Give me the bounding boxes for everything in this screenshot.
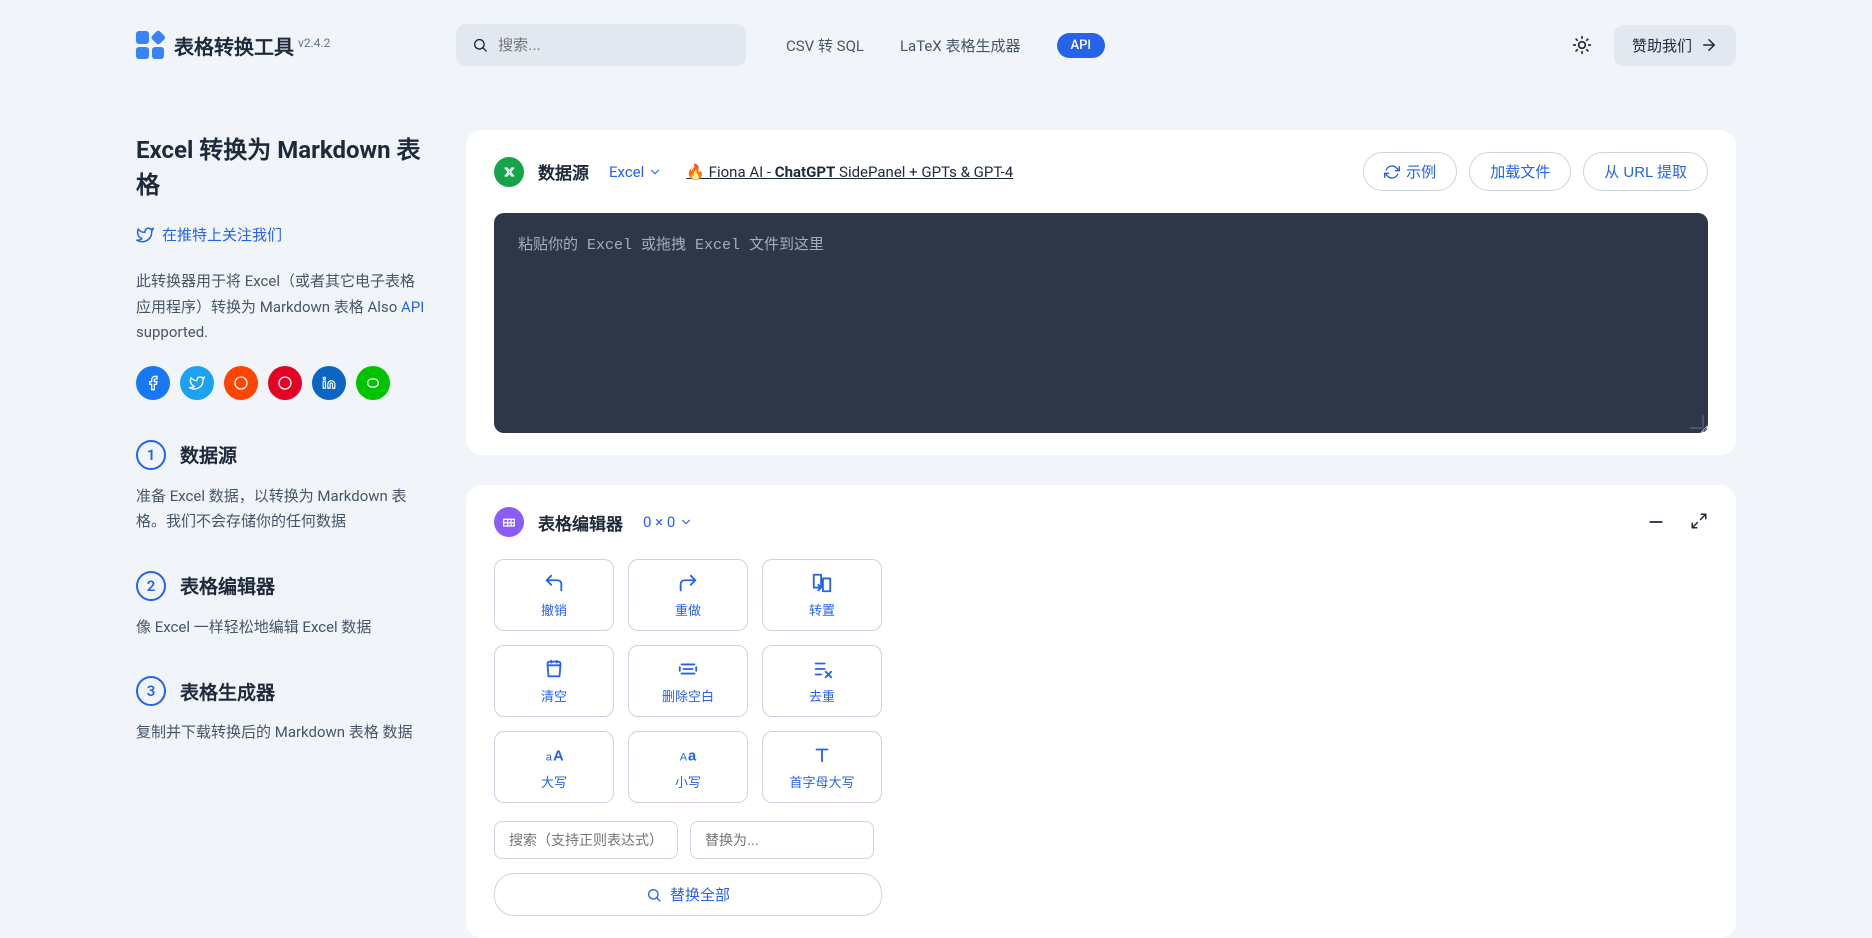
editor-dimensions[interactable]: 0 × 0 — [643, 513, 693, 531]
share-linkedin[interactable] — [312, 366, 346, 400]
promo-link[interactable]: 🔥 Fiona AI - ChatGPT SidePanel + GPTs & … — [686, 163, 1013, 181]
load-file-button[interactable]: 加载文件 — [1469, 152, 1571, 191]
twitter-follow-link[interactable]: 在推特上关注我们 — [136, 224, 426, 245]
step-description: 复制并下载转换后的 Markdown 表格 数据 — [136, 720, 426, 746]
step-title: 数据源 — [180, 441, 237, 468]
step-title: 表格生成器 — [180, 678, 275, 705]
step-number: 1 — [136, 440, 166, 470]
step-description: 像 Excel 一样轻松地编辑 Excel 数据 — [136, 615, 426, 641]
search-replace-row — [494, 821, 1708, 859]
redo-button[interactable]: 重做 — [628, 559, 748, 631]
regex-search-input[interactable] — [494, 821, 678, 859]
sponsor-button[interactable]: 赞助我们 — [1614, 25, 1736, 66]
svg-text:a: a — [546, 751, 553, 763]
source-type-selector[interactable]: Excel — [609, 163, 662, 181]
replace-all-button[interactable]: 替换全部 — [494, 873, 882, 916]
logo[interactable]: 表格转换工具v2.4.2 — [136, 31, 436, 60]
undo-button[interactable]: 撤销 — [494, 559, 614, 631]
sun-icon — [1572, 35, 1592, 55]
search-icon — [472, 36, 488, 54]
social-share-row — [136, 366, 426, 400]
step-number: 2 — [136, 571, 166, 601]
editor-icon — [494, 507, 524, 537]
svg-text:A: A — [553, 748, 564, 764]
excel-icon — [494, 157, 524, 187]
editor-toolbar: 撤销 重做 转置 清空 — [494, 559, 1708, 803]
card-title: 数据源 — [538, 159, 589, 184]
sidebar: Excel 转换为 Markdown 表格 在推特上关注我们 此转换器用于将 E… — [136, 130, 426, 938]
trim-button[interactable]: 删除空白 — [628, 645, 748, 717]
search-icon — [646, 887, 662, 903]
capitalize-button[interactable]: 首字母大写 — [762, 731, 882, 803]
step-title: 表格编辑器 — [180, 572, 275, 599]
app-name: 表格转换工具v2.4.2 — [174, 31, 330, 60]
share-facebook[interactable] — [136, 366, 170, 400]
chevron-down-icon — [679, 515, 693, 529]
step-2: 2 表格编辑器 像 Excel 一样轻松地编辑 Excel 数据 — [136, 571, 426, 641]
share-line[interactable] — [356, 366, 390, 400]
data-source-card: 数据源 Excel 🔥 Fiona AI - ChatGPT SidePanel… — [466, 130, 1736, 455]
nav-latex-generator[interactable]: LaTeX 表格生成器 — [900, 35, 1021, 56]
logo-icon — [136, 31, 164, 59]
source-textarea[interactable]: 粘贴你的 Excel 或拖拽 Excel 文件到这里 — [494, 213, 1708, 433]
step-1: 1 数据源 准备 Excel 数据，以转换为 Markdown 表格。我们不会存… — [136, 440, 426, 535]
step-description: 准备 Excel 数据，以转换为 Markdown 表格。我们不会存储你的任何数… — [136, 484, 426, 535]
example-button[interactable]: 示例 — [1363, 152, 1457, 191]
minimize-icon[interactable] — [1646, 512, 1666, 532]
from-url-button[interactable]: 从 URL 提取 — [1583, 152, 1708, 191]
nav-csv-to-sql[interactable]: CSV 转 SQL — [786, 35, 864, 56]
refresh-icon — [1384, 164, 1400, 180]
clear-button[interactable]: 清空 — [494, 645, 614, 717]
transpose-button[interactable]: 转置 — [762, 559, 882, 631]
svg-text:A: A — [680, 751, 688, 763]
share-twitter[interactable] — [180, 366, 214, 400]
api-link[interactable]: API — [401, 298, 424, 316]
search-box[interactable] — [456, 24, 746, 66]
share-reddit[interactable] — [224, 366, 258, 400]
uppercase-button[interactable]: aA 大写 — [494, 731, 614, 803]
twitter-icon — [136, 226, 154, 244]
chevron-down-icon — [648, 165, 662, 179]
step-number: 3 — [136, 676, 166, 706]
header: 表格转换工具v2.4.2 CSV 转 SQL LaTeX 表格生成器 API 赞… — [136, 0, 1736, 90]
arrow-right-icon — [1700, 36, 1718, 54]
theme-toggle[interactable] — [1564, 27, 1600, 63]
lowercase-button[interactable]: Aa 小写 — [628, 731, 748, 803]
step-3: 3 表格生成器 复制并下载转换后的 Markdown 表格 数据 — [136, 676, 426, 746]
nav-api-badge[interactable]: API — [1057, 33, 1106, 58]
table-editor-card: 表格编辑器 0 × 0 撤销 — [466, 485, 1736, 938]
page-title: Excel 转换为 Markdown 表格 — [136, 130, 426, 200]
page-description: 此转换器用于将 Excel（或者其它电子表格应用程序）转换为 Markdown … — [136, 269, 426, 346]
card-title: 表格编辑器 — [538, 510, 623, 535]
fullscreen-icon[interactable] — [1690, 512, 1708, 530]
share-pinterest[interactable] — [268, 366, 302, 400]
svg-text:a: a — [688, 748, 697, 764]
replace-input[interactable] — [690, 821, 874, 859]
nav-links: CSV 转 SQL LaTeX 表格生成器 API — [786, 33, 1105, 58]
dedupe-button[interactable]: 去重 — [762, 645, 882, 717]
search-input[interactable] — [498, 37, 730, 54]
